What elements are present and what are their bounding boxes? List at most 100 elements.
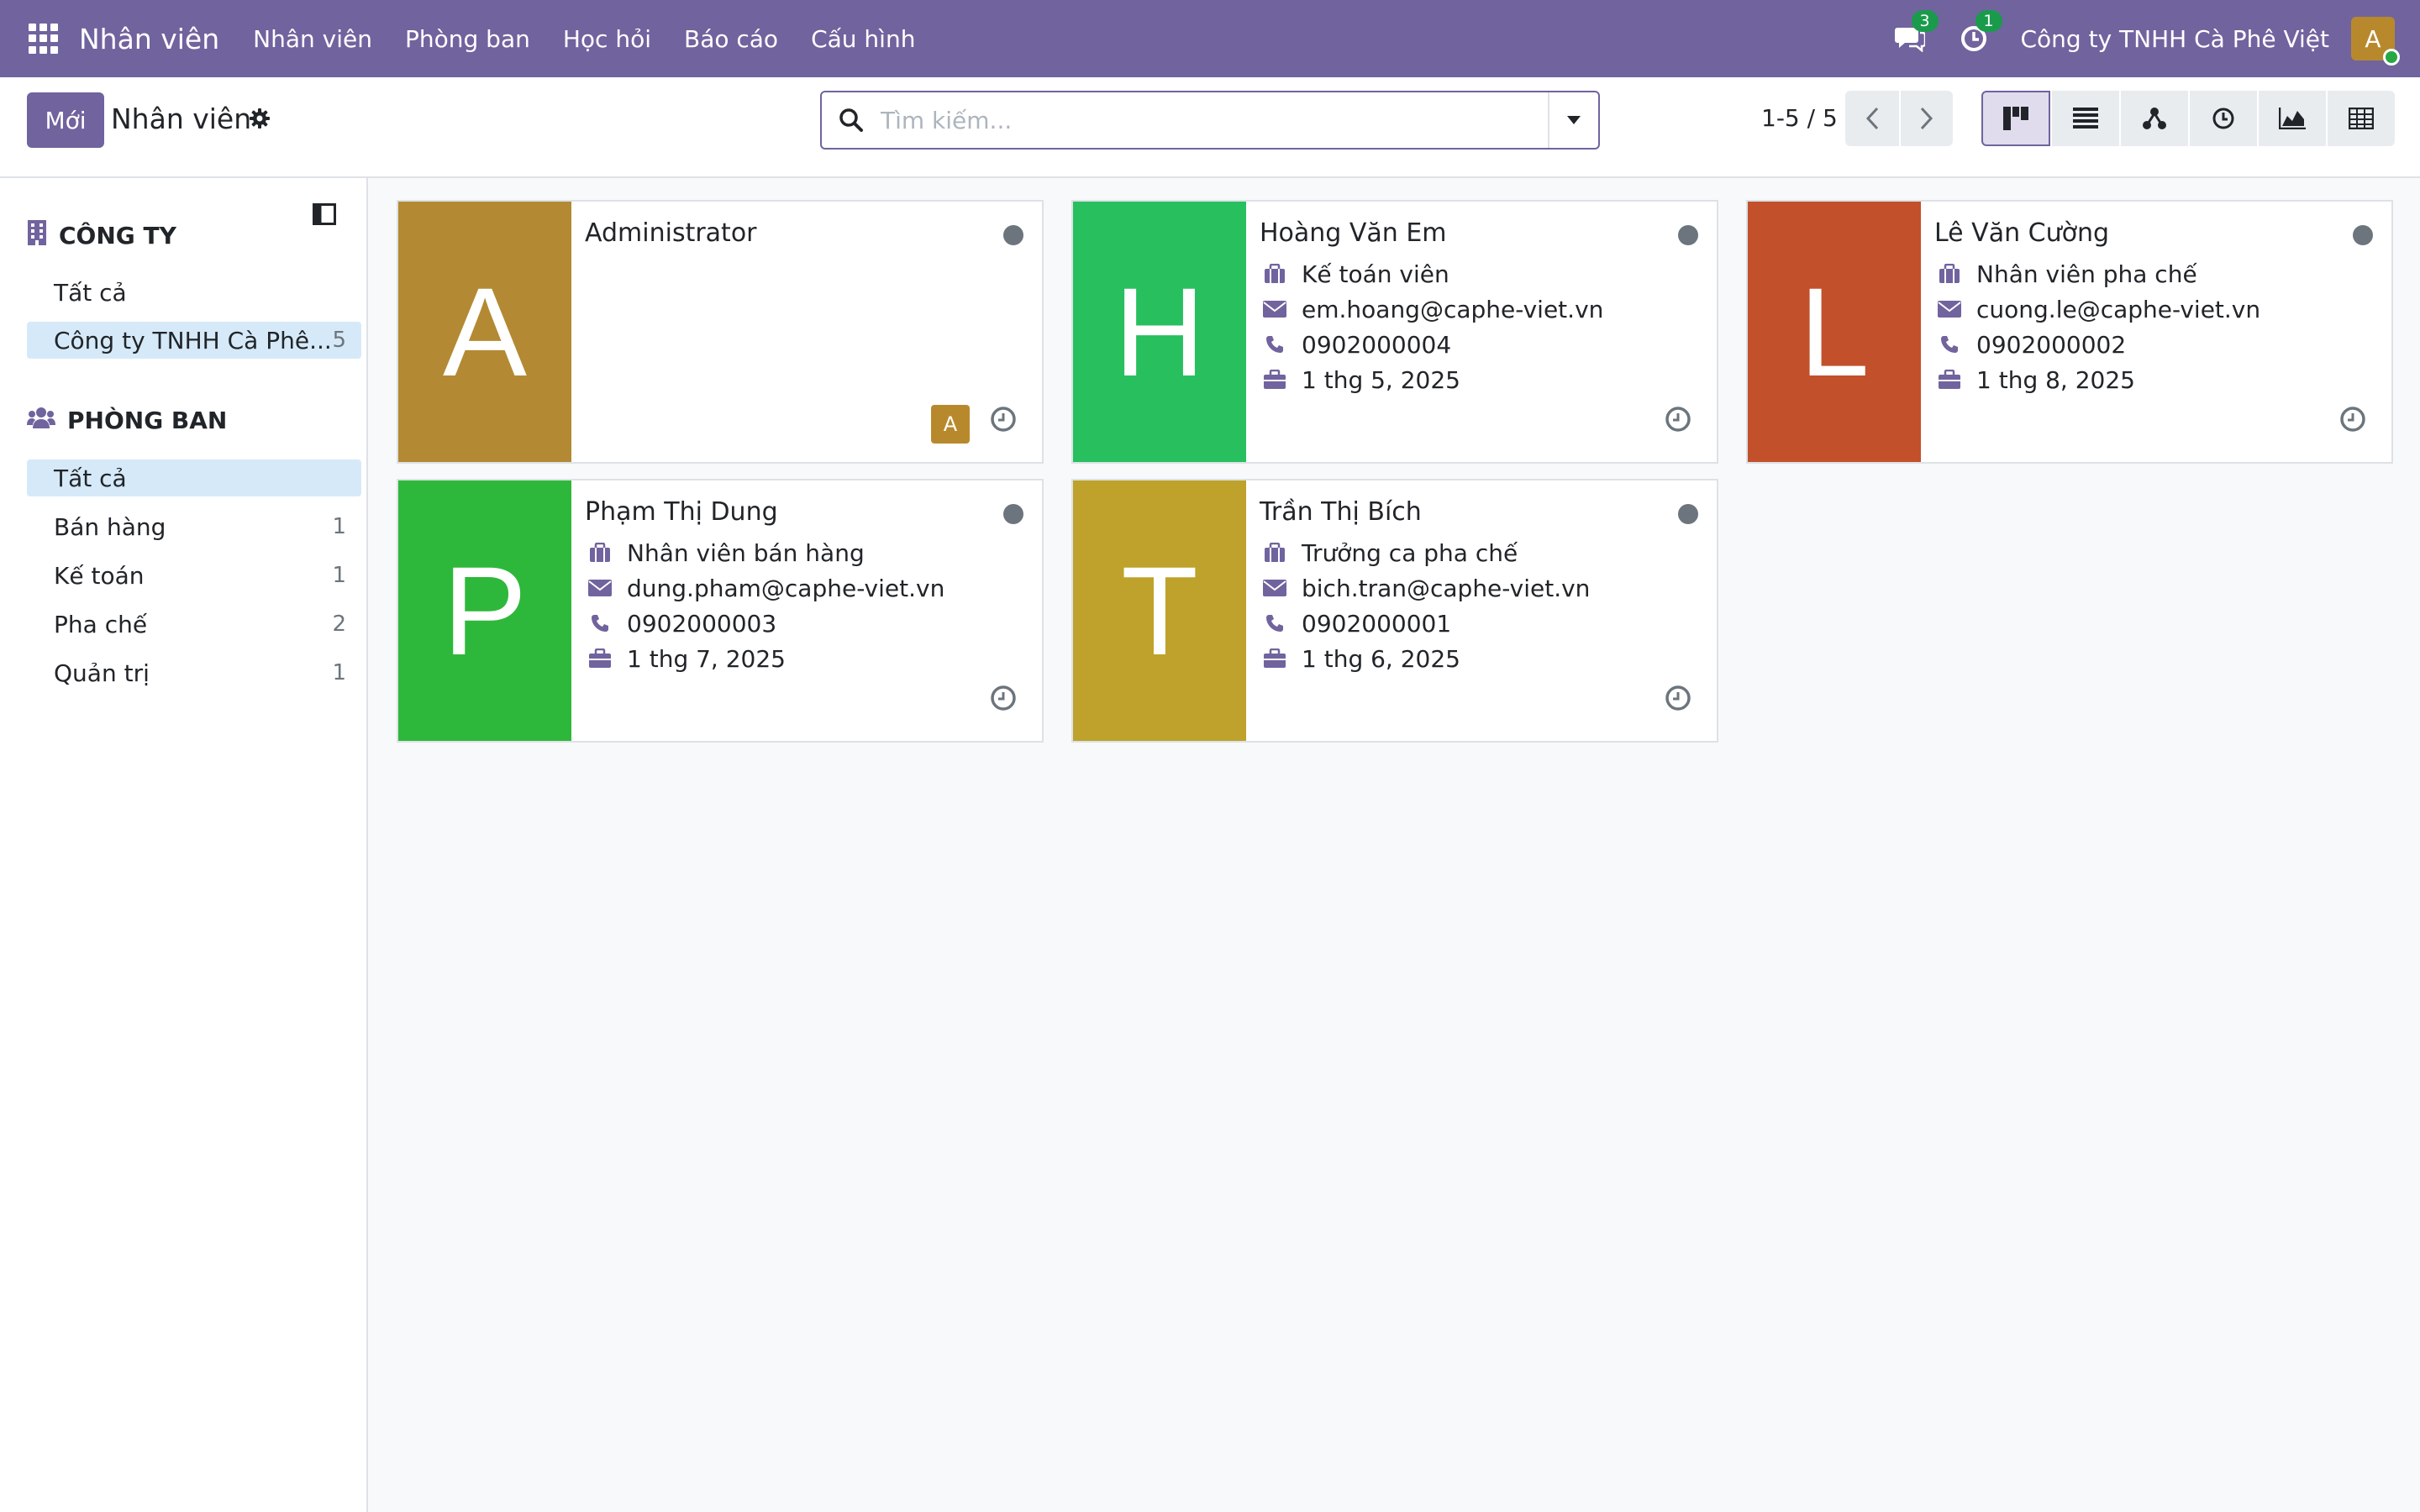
phone-icon [585, 614, 615, 633]
caret-down-icon [1567, 116, 1581, 124]
graph-view-button[interactable] [2257, 91, 2326, 146]
hierarchy-icon [2143, 108, 2166, 129]
collapse-sidebar-icon[interactable] [313, 203, 336, 231]
table-icon [2349, 108, 2374, 129]
new-button[interactable]: Mới [27, 92, 104, 148]
menu-configuration[interactable]: Cấu hình [811, 25, 915, 53]
building-icon [27, 220, 47, 251]
activity-view-button[interactable] [2188, 91, 2257, 146]
employee-card[interactable]: L Lê Văn Cường Nhân viên pha chế cuong.l… [1746, 200, 2393, 464]
employee-avatar: P [398, 480, 571, 741]
app-name[interactable]: Nhân viên [79, 23, 219, 55]
list-view-button[interactable] [2050, 91, 2119, 146]
job-title: Nhân viên bán hàng [627, 538, 865, 567]
company-switcher[interactable]: Công ty TNHH Cà Phê Việt [2021, 25, 2330, 53]
pager-previous-button[interactable] [1845, 91, 1899, 146]
apps-menu-icon[interactable] [29, 24, 59, 54]
work-phone[interactable]: 0902000003 [627, 610, 776, 638]
job-title-row: Nhân viên pha chế [1934, 257, 2197, 291]
pivot-view-button[interactable] [2326, 91, 2395, 146]
work-email[interactable]: bich.tran@caphe-viet.vn [1302, 575, 1590, 602]
menu-learning[interactable]: Học hỏi [563, 25, 651, 53]
work-email[interactable]: em.hoang@caphe-viet.vn [1302, 296, 1603, 323]
envelope-icon [1934, 301, 1965, 318]
suitcase-icon [1260, 648, 1290, 669]
messages-button[interactable]: 3 [1893, 10, 1939, 55]
company-filter-all[interactable]: Tất cả [27, 274, 361, 311]
work-phone[interactable]: 0902000001 [1302, 610, 1451, 638]
employee-avatar: L [1748, 202, 1921, 462]
activity-clock-icon[interactable] [1665, 406, 1691, 438]
job-title-row: Kế toán viên [1260, 257, 1449, 291]
presence-status-dot [1003, 225, 1023, 245]
activities-badge: 1 [1975, 10, 2002, 32]
department-section-title: PHÒNG BAN [67, 407, 228, 434]
pager-buttons [1845, 91, 1953, 146]
filter-label: Công ty TNHH Cà Phê... [54, 326, 332, 354]
chevron-left-icon [1865, 107, 1879, 130]
start-date: 1 thg 7, 2025 [627, 644, 786, 673]
filter-label: Quản trị [54, 659, 150, 687]
user-initial: A [2365, 24, 2381, 53]
hierarchy-view-button[interactable] [2119, 91, 2188, 146]
start-date: 1 thg 5, 2025 [1302, 365, 1460, 394]
activity-clock-icon[interactable] [990, 406, 1017, 438]
phone-row: 0902000001 [1260, 606, 1451, 640]
menu-departments[interactable]: Phòng ban [405, 25, 530, 53]
phone-row: 0902000002 [1934, 328, 2126, 361]
page-title: Nhân viên [111, 102, 252, 135]
presence-status-dot [2353, 225, 2373, 245]
pager-value[interactable]: 1-5 / 5 [1761, 104, 1838, 132]
filter-label: Kế toán [54, 561, 145, 590]
search-input[interactable] [881, 106, 1548, 134]
filter-count: 2 [332, 612, 346, 637]
employee-name: Lê Văn Cường [1934, 218, 2110, 248]
employee-avatar: A [398, 202, 571, 462]
gear-icon[interactable] [249, 108, 271, 135]
search-box[interactable] [820, 91, 1600, 150]
email-row: cuong.le@caphe-viet.vn [1934, 292, 2260, 326]
user-avatar[interactable]: A [2351, 17, 2400, 66]
envelope-icon [585, 580, 615, 596]
employee-card[interactable]: A Administrator A [397, 200, 1044, 464]
presence-status-dot [1003, 504, 1023, 524]
activities-button[interactable]: 1 [1957, 10, 2002, 55]
envelope-icon [1260, 301, 1290, 318]
employee-card[interactable]: P Phạm Thị Dung Nhân viên bán hàng dung.… [397, 479, 1044, 743]
work-phone[interactable]: 0902000002 [1976, 331, 2126, 359]
search-icon [822, 108, 881, 133]
search-options-toggle[interactable] [1548, 92, 1598, 148]
employee-card[interactable]: T Trần Thị Bích Trưởng ca pha chế bich.t… [1071, 479, 1718, 743]
company-section-title: CÔNG TY [59, 222, 176, 249]
department-filter-management[interactable]: Quản trị 1 [27, 654, 361, 691]
activity-clock-icon[interactable] [2339, 406, 2366, 438]
department-filter-sales[interactable]: Bán hàng 1 [27, 508, 361, 545]
pager-next-button[interactable] [1899, 91, 1953, 146]
employee-avatar: T [1073, 480, 1246, 741]
kanban-view-button[interactable] [1981, 91, 2050, 146]
department-filter-barista[interactable]: Pha chế 2 [27, 606, 361, 643]
work-email[interactable]: dung.pham@caphe-viet.vn [627, 575, 944, 602]
top-navbar: Nhân viên Nhân viên Phòng ban Học hỏi Bá… [0, 0, 2420, 77]
job-title: Kế toán viên [1302, 260, 1449, 288]
employee-name: Hoàng Văn Em [1260, 218, 1447, 248]
suitcase-icon [585, 648, 615, 669]
activity-clock-icon[interactable] [1665, 685, 1691, 717]
work-phone[interactable]: 0902000004 [1302, 331, 1451, 359]
filter-count: 5 [332, 328, 346, 353]
activity-clock-icon[interactable] [990, 685, 1017, 717]
company-filter-caphe-viet[interactable]: Công ty TNHH Cà Phê... 5 [27, 322, 361, 359]
job-title: Trưởng ca pha chế [1302, 538, 1518, 567]
department-filter-accounting[interactable]: Kế toán 1 [27, 557, 361, 594]
work-email[interactable]: cuong.le@caphe-viet.vn [1976, 296, 2260, 323]
list-icon [2073, 108, 2098, 129]
menu-employees[interactable]: Nhân viên [253, 25, 372, 53]
related-user-avatar[interactable]: A [931, 405, 970, 444]
suitcase-icon [1934, 370, 1965, 390]
menu-reports[interactable]: Báo cáo [684, 25, 778, 53]
briefcase-icon [1260, 264, 1290, 284]
department-filter-all[interactable]: Tất cả [27, 459, 361, 496]
employee-card[interactable]: H Hoàng Văn Em Kế toán viên em.hoang@cap… [1071, 200, 1718, 464]
phone-row: 0902000003 [585, 606, 776, 640]
view-switcher [1981, 91, 2395, 146]
